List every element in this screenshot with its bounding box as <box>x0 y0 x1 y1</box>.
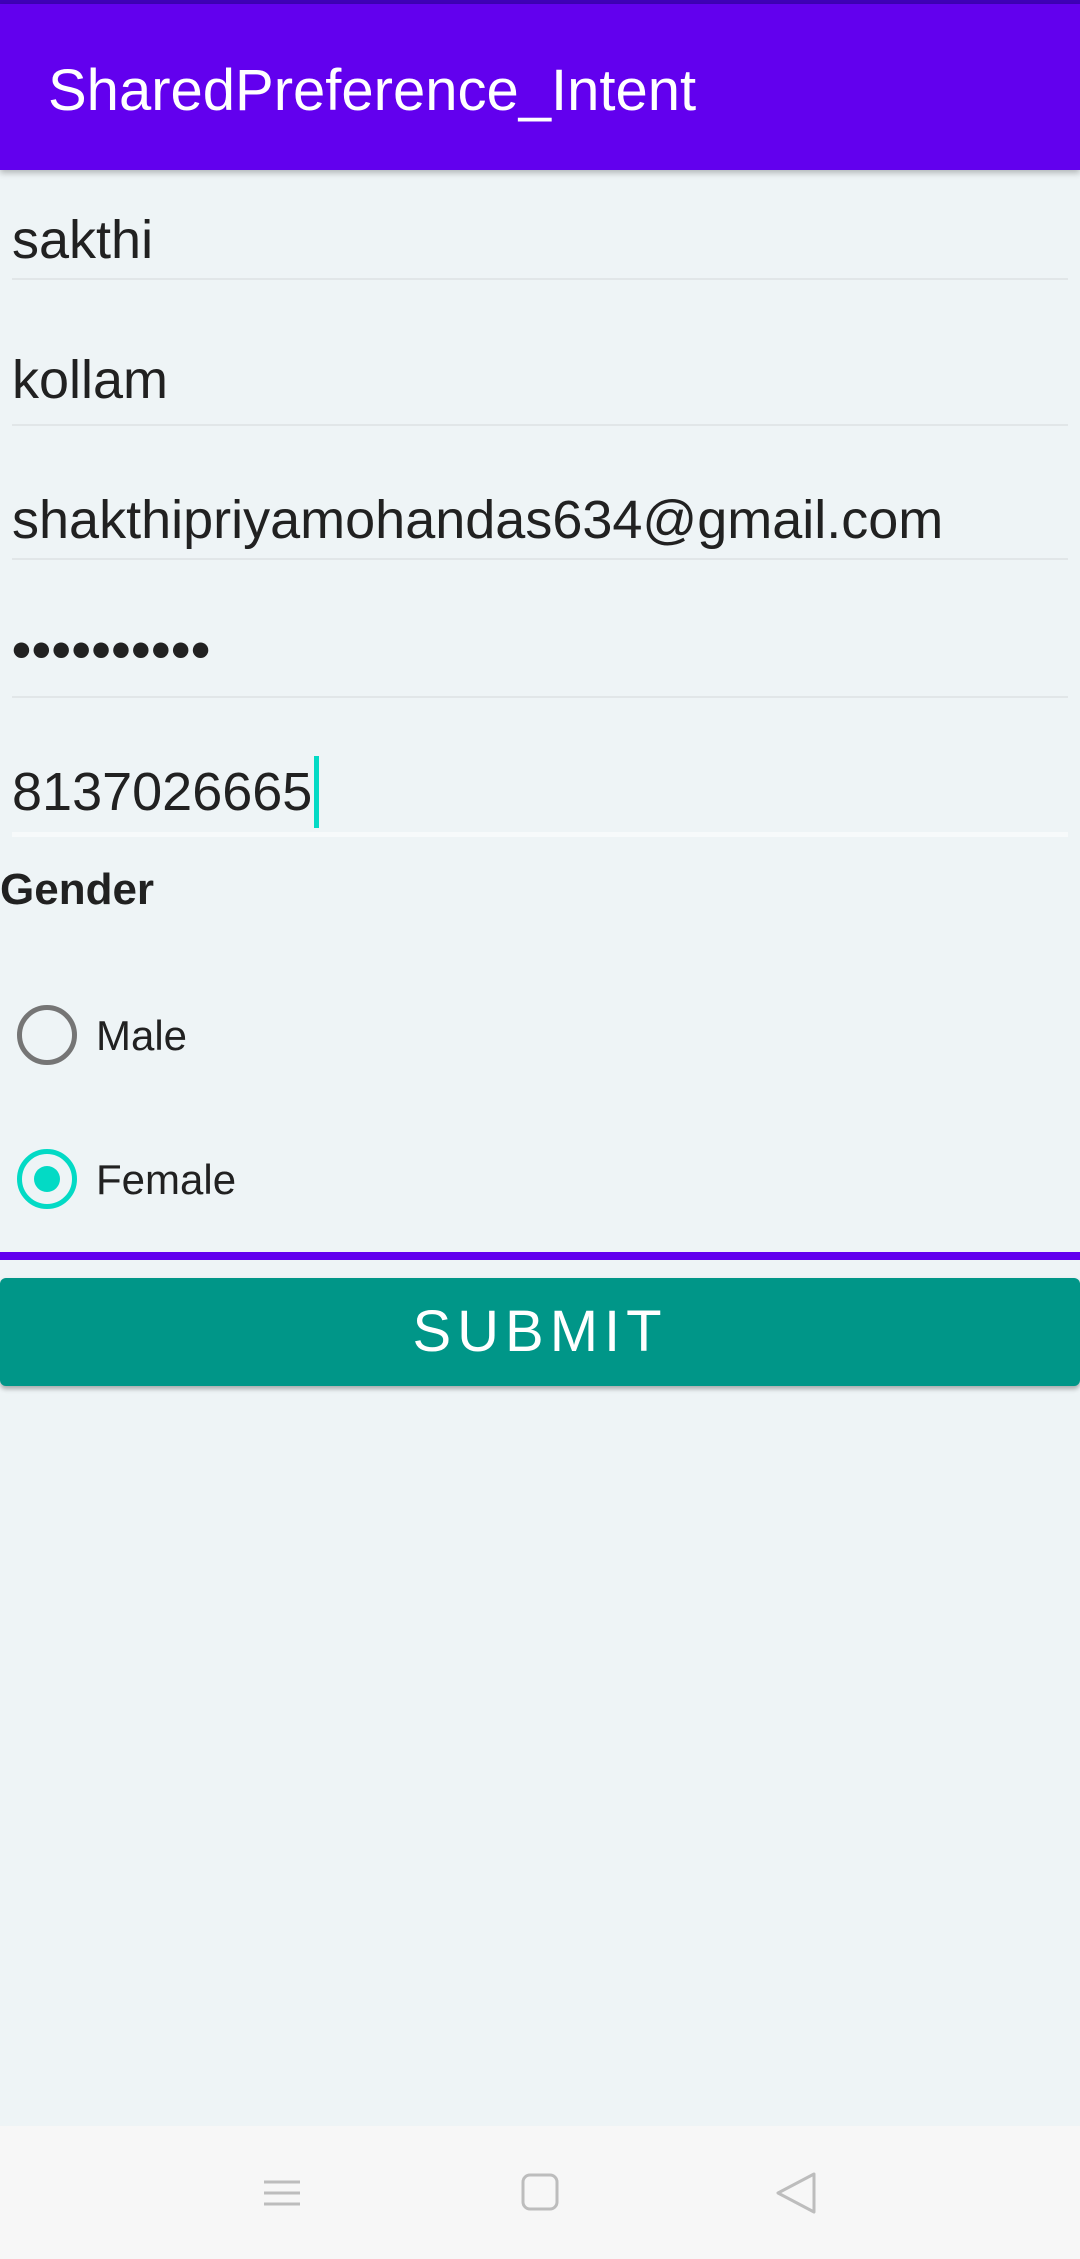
city-field-container: kollam <box>12 330 1068 440</box>
password-field-underline <box>12 696 1068 698</box>
menu-icon[interactable] <box>232 2126 332 2259</box>
phone-field-container: 8137026665 <box>12 742 1068 852</box>
email-field[interactable]: shakthipriyamohandas634@gmail.com <box>12 470 1068 570</box>
password-field[interactable]: •••••••••• <box>12 600 1068 700</box>
radio-checked-icon[interactable] <box>17 1149 77 1209</box>
name-field-container: sakthi <box>12 190 1068 300</box>
section-divider <box>0 1252 1080 1260</box>
system-nav-bar <box>0 2126 1080 2259</box>
name-field-underline <box>12 278 1068 280</box>
name-field[interactable]: sakthi <box>12 190 1068 290</box>
city-field-underline <box>12 424 1068 426</box>
back-icon[interactable] <box>746 2126 846 2259</box>
radio-male[interactable]: Male <box>0 980 600 1090</box>
radio-unchecked-icon[interactable] <box>17 1005 77 1065</box>
city-field[interactable]: kollam <box>12 330 1068 430</box>
radio-female-label[interactable]: Female <box>96 1152 236 1208</box>
phone-field[interactable]: 8137026665 <box>12 742 1068 842</box>
app-bar: SharedPreference_Intent <box>0 4 1080 170</box>
phone-field-underline <box>12 832 1068 837</box>
radio-male-label[interactable]: Male <box>96 1008 187 1064</box>
phone-field-value: 8137026665 <box>12 762 313 822</box>
app-title: SharedPreference_Intent <box>48 58 697 123</box>
email-field-container: shakthipriyamohandas634@gmail.com <box>12 470 1068 580</box>
gender-label: Gender <box>0 865 155 914</box>
submit-button[interactable]: SUBMIT <box>0 1278 1080 1386</box>
email-field-underline <box>12 558 1068 560</box>
radio-selected-dot <box>34 1166 60 1192</box>
password-field-container: •••••••••• <box>12 600 1068 710</box>
home-icon[interactable] <box>490 2126 590 2259</box>
radio-female[interactable]: Female <box>0 1124 600 1234</box>
text-cursor <box>314 755 320 828</box>
